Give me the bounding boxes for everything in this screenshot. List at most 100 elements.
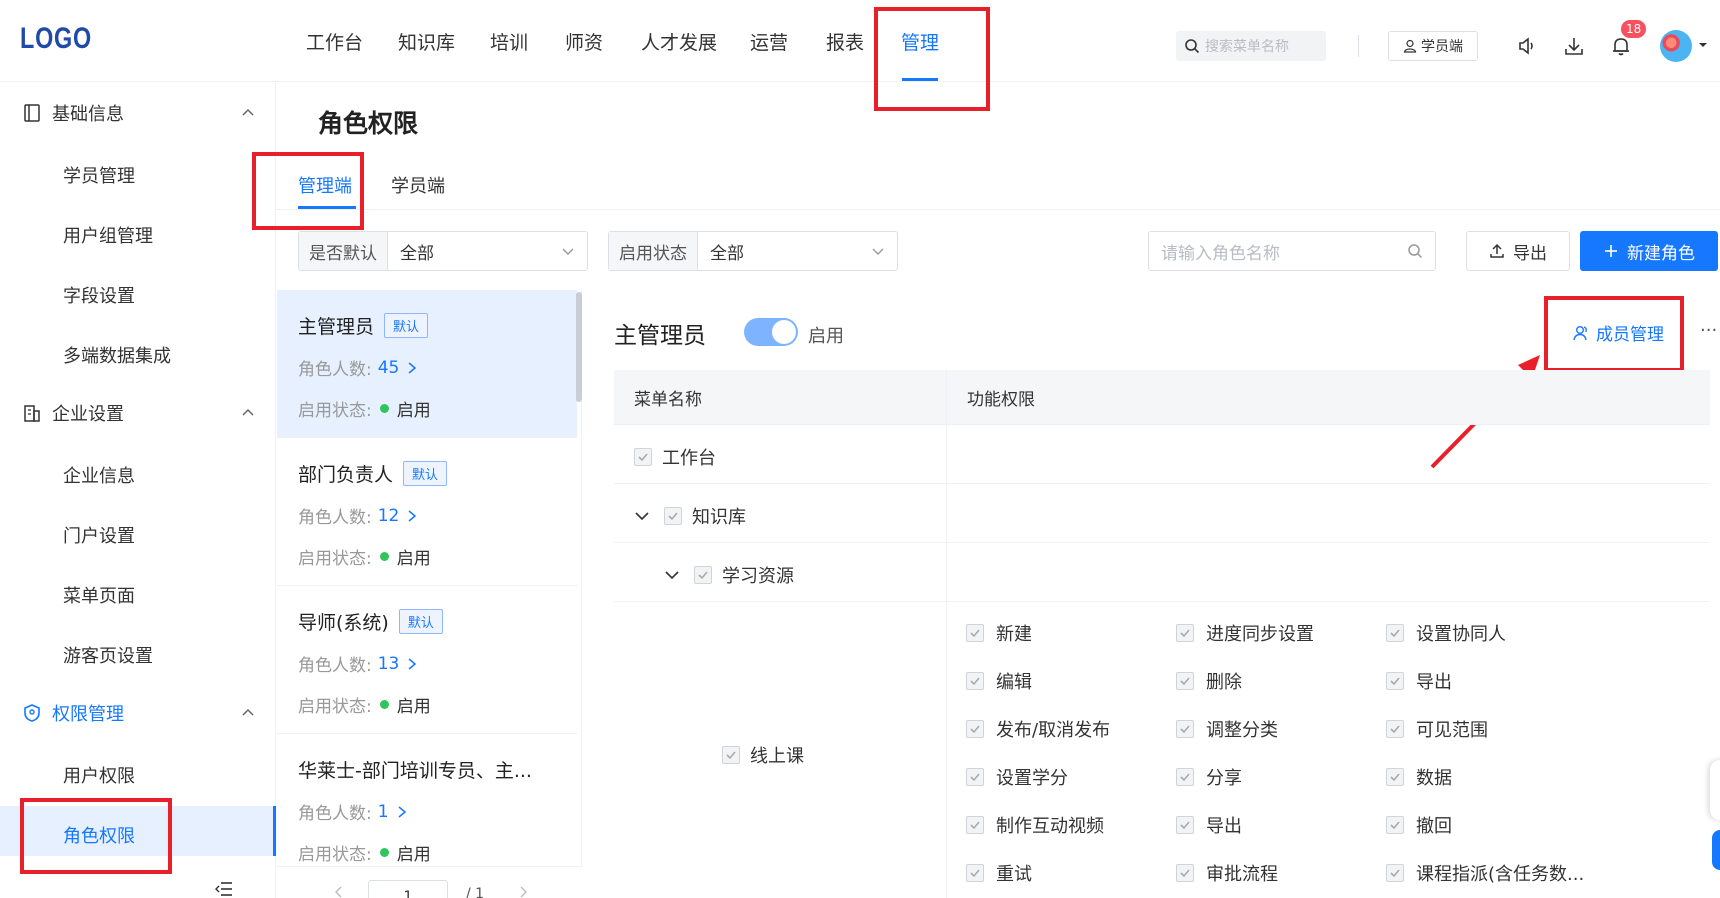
perm-edit[interactable]: 编辑 bbox=[966, 668, 1032, 694]
perm-collaborators[interactable]: 设置协同人 bbox=[1386, 620, 1506, 646]
nav-knowledge[interactable]: 知识库 bbox=[398, 28, 455, 55]
sidebar-item-user-groups[interactable]: 用户组管理 bbox=[63, 222, 153, 248]
sidebar-item-enterprise-info[interactable]: 企业信息 bbox=[63, 462, 135, 488]
role-item[interactable]: 导师(系统) 默认 角色人数: 13 启用状态: 启用 bbox=[277, 586, 577, 734]
role-item[interactable]: 部门负责人 默认 角色人数: 12 启用状态: 启用 bbox=[277, 438, 577, 586]
nav-training[interactable]: 培训 bbox=[490, 28, 528, 55]
chevron-right-icon bbox=[408, 361, 417, 374]
nav-workbench[interactable]: 工作台 bbox=[306, 28, 363, 55]
sidebar-item-portal-settings[interactable]: 门户设置 bbox=[63, 522, 135, 548]
checkbox[interactable] bbox=[1386, 672, 1404, 690]
checkbox[interactable] bbox=[1176, 720, 1194, 738]
perm-adjust-category[interactable]: 调整分类 bbox=[1176, 716, 1278, 742]
speaker-icon[interactable] bbox=[1516, 35, 1538, 57]
checkbox[interactable] bbox=[1176, 864, 1194, 882]
filter-is-default[interactable]: 是否默认 全部 bbox=[298, 231, 588, 271]
perm-delete[interactable]: 删除 bbox=[1176, 668, 1242, 694]
role-count-link[interactable]: 12 bbox=[378, 506, 420, 526]
checkbox[interactable] bbox=[1386, 720, 1404, 738]
checkbox[interactable] bbox=[664, 507, 682, 525]
checkbox[interactable] bbox=[966, 816, 984, 834]
checkbox[interactable] bbox=[1176, 624, 1194, 642]
perm-publish[interactable]: 发布/取消发布 bbox=[966, 716, 1110, 742]
perm-share[interactable]: 分享 bbox=[1176, 764, 1242, 790]
tree-node-learning-resources[interactable]: 学习资源 bbox=[664, 562, 794, 588]
checkbox[interactable] bbox=[722, 746, 740, 764]
more-icon[interactable]: ··· bbox=[1700, 320, 1717, 341]
filter-status[interactable]: 启用状态 全部 bbox=[608, 231, 898, 271]
checkbox[interactable] bbox=[966, 864, 984, 882]
role-item[interactable]: 华莱士-部门培训专员、主... 角色人数: 1 启用状态: 启用 bbox=[277, 734, 577, 882]
checkbox[interactable] bbox=[634, 448, 652, 466]
checkbox[interactable] bbox=[694, 566, 712, 584]
checkbox[interactable] bbox=[966, 672, 984, 690]
nav-talent[interactable]: 人才发展 bbox=[641, 28, 717, 55]
tree-node-knowledge[interactable]: 知识库 bbox=[634, 503, 746, 529]
sidebar-item-menu-pages[interactable]: 菜单页面 bbox=[63, 582, 135, 608]
caret-down-icon[interactable] bbox=[1698, 40, 1708, 50]
pager-next-icon[interactable] bbox=[518, 886, 528, 898]
sidebar-item-user-permissions[interactable]: 用户权限 bbox=[63, 762, 135, 788]
chevron-up-icon[interactable] bbox=[241, 406, 255, 420]
chevron-up-icon[interactable] bbox=[241, 706, 255, 720]
role-count-link[interactable]: 13 bbox=[378, 654, 420, 674]
bell-icon[interactable] bbox=[1610, 35, 1632, 57]
role-count-link[interactable]: 1 bbox=[378, 802, 409, 822]
nav-teachers[interactable]: 师资 bbox=[565, 28, 603, 55]
floating-tab[interactable] bbox=[1710, 760, 1720, 820]
perm-progress-sync[interactable]: 进度同步设置 bbox=[1176, 620, 1314, 646]
collapse-menu-icon[interactable] bbox=[214, 880, 234, 898]
perm-export-2[interactable]: 导出 bbox=[1176, 812, 1242, 838]
perm-retry[interactable]: 重试 bbox=[966, 860, 1032, 886]
checkbox[interactable] bbox=[1176, 816, 1194, 834]
chevron-down-icon[interactable] bbox=[634, 508, 650, 524]
avatar[interactable] bbox=[1660, 30, 1692, 62]
perm-export[interactable]: 导出 bbox=[1386, 668, 1452, 694]
export-button[interactable]: 导出 bbox=[1466, 231, 1570, 271]
sidebar-item-data-integration[interactable]: 多端数据集成 bbox=[63, 342, 171, 368]
role-item[interactable]: 主管理员 默认 角色人数: 45 启用状态: 启用 bbox=[277, 290, 577, 438]
perm-interactive-video[interactable]: 制作互动视频 bbox=[966, 812, 1104, 838]
tree-node-workbench[interactable]: 工作台 bbox=[634, 444, 716, 470]
sidebar-item-guest-page[interactable]: 游客页设置 bbox=[63, 642, 153, 668]
role-list-scrollbar[interactable] bbox=[576, 292, 582, 402]
perm-visibility[interactable]: 可见范围 bbox=[1386, 716, 1488, 742]
menu-search-input[interactable]: 搜索菜单名称 bbox=[1176, 31, 1326, 61]
checkbox[interactable] bbox=[1176, 768, 1194, 786]
sidebar-group-basic-info[interactable]: 基础信息 bbox=[22, 100, 124, 126]
new-role-button[interactable]: 新建角色 bbox=[1580, 231, 1718, 271]
sidebar-group-permissions[interactable]: 权限管理 bbox=[22, 700, 124, 726]
floating-help-tab[interactable] bbox=[1712, 830, 1720, 870]
nav-operations[interactable]: 运营 bbox=[750, 28, 788, 55]
checkbox[interactable] bbox=[966, 624, 984, 642]
role-search-input[interactable]: 请输入角色名称 bbox=[1148, 231, 1436, 271]
checkbox[interactable] bbox=[1386, 816, 1404, 834]
checkbox[interactable] bbox=[966, 720, 984, 738]
perm-create[interactable]: 新建 bbox=[966, 620, 1032, 646]
checkbox[interactable] bbox=[1386, 864, 1404, 882]
perm-data[interactable]: 数据 bbox=[1386, 764, 1452, 790]
pager-prev-icon[interactable] bbox=[334, 886, 344, 898]
perm-label: 导出 bbox=[1416, 672, 1452, 693]
sidebar-group-enterprise[interactable]: 企业设置 bbox=[22, 400, 124, 426]
perm-course-assign[interactable]: 课程指派(含任务数... bbox=[1386, 860, 1584, 886]
chevron-down-icon[interactable] bbox=[664, 567, 680, 583]
student-portal-button[interactable]: 学员端 bbox=[1388, 31, 1478, 61]
nav-reports[interactable]: 报表 bbox=[826, 28, 864, 55]
perm-credits[interactable]: 设置学分 bbox=[966, 764, 1068, 790]
pager-page-input[interactable]: 1 bbox=[368, 880, 448, 898]
role-name: 华莱士-部门培训专员、主... bbox=[298, 760, 532, 782]
role-count-link[interactable]: 45 bbox=[378, 358, 420, 378]
sidebar-item-field-settings[interactable]: 字段设置 bbox=[63, 282, 135, 308]
tree-node-online-course[interactable]: 线上课 bbox=[722, 742, 804, 768]
checkbox[interactable] bbox=[966, 768, 984, 786]
checkbox[interactable] bbox=[1176, 672, 1194, 690]
chevron-up-icon[interactable] bbox=[241, 106, 255, 120]
checkbox[interactable] bbox=[1386, 624, 1404, 642]
download-icon[interactable] bbox=[1563, 35, 1585, 57]
perm-approval-flow[interactable]: 审批流程 bbox=[1176, 860, 1278, 886]
tab-student[interactable]: 学员端 bbox=[391, 172, 445, 198]
checkbox[interactable] bbox=[1386, 768, 1404, 786]
sidebar-item-students[interactable]: 学员管理 bbox=[63, 162, 135, 188]
perm-withdraw[interactable]: 撤回 bbox=[1386, 812, 1452, 838]
